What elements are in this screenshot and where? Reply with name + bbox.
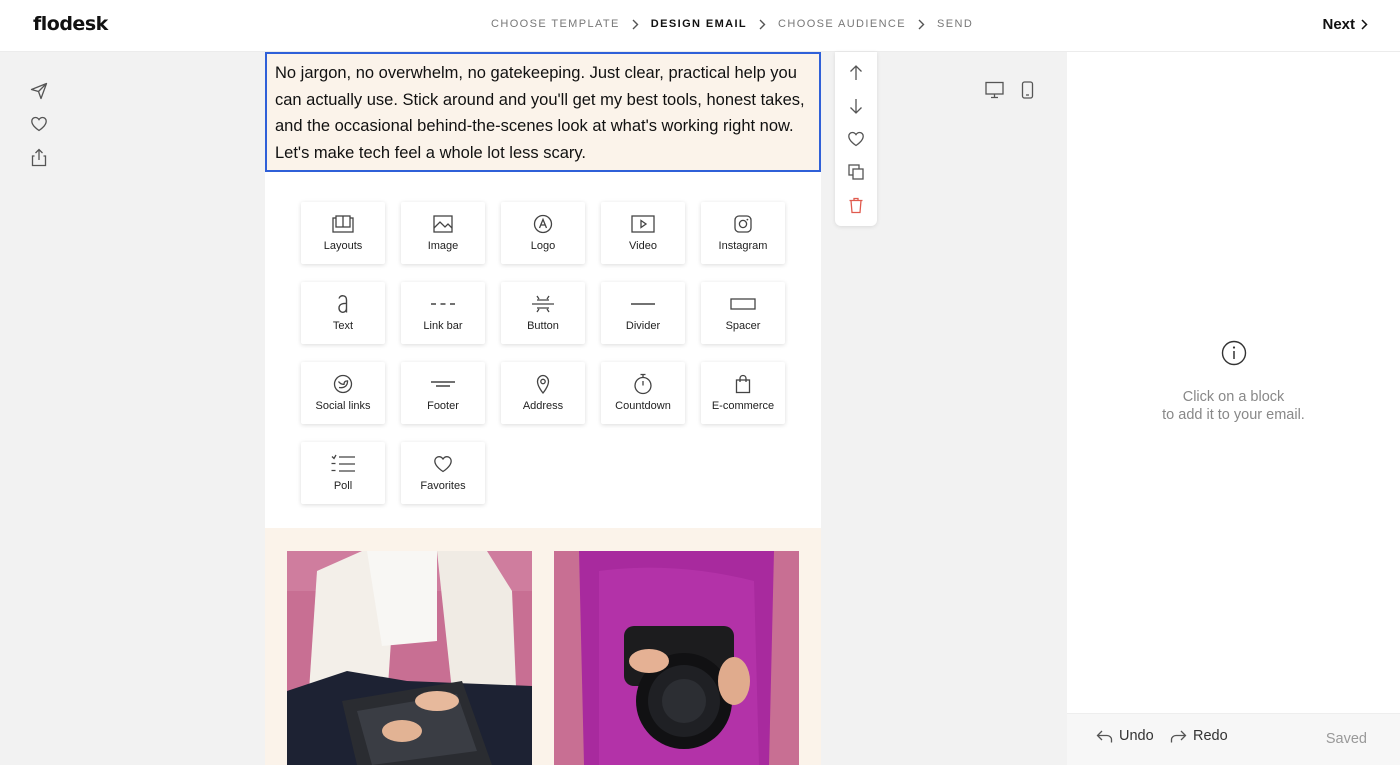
email-canvas: No jargon, no overwhelm, no gatekeeping.… [265,52,821,765]
info-icon [1221,340,1247,366]
flodesk-logo[interactable]: flodesk [33,13,108,35]
block-spacer[interactable]: Spacer [701,282,785,344]
block-label: Countdown [615,400,671,412]
step-design-email[interactable]: Design email [651,18,747,30]
block-image[interactable]: Image [401,202,485,264]
layouts-icon [329,213,357,235]
block-label: Spacer [725,320,761,332]
block-social-links[interactable]: Social links [301,362,385,424]
block-toolbar [835,52,877,226]
redo-label: Redo [1193,728,1228,744]
step-send[interactable]: Send [937,18,973,30]
delete-icon[interactable] [847,196,865,214]
block-label: Link bar [423,320,463,332]
block-label: Divider [625,320,661,332]
social-links-icon [329,373,357,395]
poll-icon [329,453,357,475]
instagram-icon [729,213,757,235]
chevron-right-icon [1361,19,1368,30]
block-label: Image [427,240,459,252]
shopping-bag-icon [729,373,757,395]
countdown-icon [629,373,657,395]
block-address[interactable]: Address [501,362,585,424]
block-label: Button [527,320,559,332]
block-label: Social links [315,400,371,412]
block-label: Favorites [420,480,466,492]
chevron-right-icon [632,19,639,30]
block-label: E-commerce [711,400,775,412]
block-link-bar[interactable]: Link bar [401,282,485,344]
redo-button[interactable]: Redo [1170,728,1228,744]
block-text[interactable]: Text [301,282,385,344]
spacer-icon [729,293,757,315]
move-down-icon[interactable] [847,97,865,115]
selected-text-block[interactable]: No jargon, no overwhelm, no gatekeeping.… [265,52,821,172]
photo-camera[interactable] [554,551,799,765]
save-status: Saved [1325,731,1367,747]
block-e-commerce[interactable]: E-commerce [701,362,785,424]
block-footer[interactable]: Footer [401,362,485,424]
right-panel: Click on a block to add it to your email… [1067,52,1400,765]
step-choose-audience[interactable]: Choose audience [778,18,906,30]
next-label: Next [1322,16,1355,33]
hint-line: to add it to your email. [1162,407,1305,423]
undo-label: Undo [1119,728,1154,744]
favorite-icon[interactable] [847,130,865,148]
duplicate-icon[interactable] [847,163,865,181]
block-label: Logo [530,240,556,252]
block-label: Instagram [718,240,768,252]
block-label: Layouts [323,240,363,252]
block-button[interactable]: Button [501,282,585,344]
redo-icon [1170,729,1187,744]
share-icon[interactable] [30,148,48,167]
hint-line: Click on a block [1182,389,1285,405]
step-choose-template[interactable]: Choose template [491,18,620,30]
block-label: Video [629,240,657,252]
undo-button[interactable]: Undo [1096,728,1154,744]
block-label: Address [522,400,564,412]
mobile-icon[interactable] [1021,81,1034,99]
editor-footer: Undo Redo Saved [1067,713,1400,765]
chevron-right-icon [918,19,925,30]
divider-icon [629,293,657,315]
link-bar-icon [429,293,457,315]
block-poll[interactable]: Poll [301,442,385,504]
block-label: Footer [427,400,459,412]
button-icon [529,293,557,315]
photo-laptop[interactable] [287,551,532,765]
logo-icon [529,213,557,235]
heart-icon[interactable] [30,115,48,134]
footer-icon [429,373,457,395]
block-favorites[interactable]: Favorites [401,442,485,504]
address-icon [529,373,557,395]
add-block-hint: Click on a block to add it to your email… [1067,388,1400,424]
next-button[interactable]: Next [1322,16,1368,33]
block-picker: Layouts Image Logo Video Instagram Text … [265,172,821,528]
block-video[interactable]: Video [601,202,685,264]
block-layouts[interactable]: Layouts [301,202,385,264]
undo-icon [1096,729,1113,744]
desktop-icon[interactable] [985,81,1004,99]
step-breadcrumb: Choose template Design email Choose audi… [491,18,973,30]
block-instagram[interactable]: Instagram [701,202,785,264]
send-test-icon[interactable] [30,82,48,101]
block-label: Poll [333,480,353,492]
heart-icon [429,453,457,475]
block-label: Text [332,320,354,332]
block-countdown[interactable]: Countdown [601,362,685,424]
text-icon [329,293,357,315]
image-icon [429,213,457,235]
left-actions [30,82,48,167]
block-logo[interactable]: Logo [501,202,585,264]
video-icon [629,213,657,235]
move-up-icon[interactable] [847,64,865,82]
chevron-right-icon [759,19,766,30]
top-header: flodesk Choose template Design email Cho… [0,0,1400,52]
block-divider[interactable]: Divider [601,282,685,344]
